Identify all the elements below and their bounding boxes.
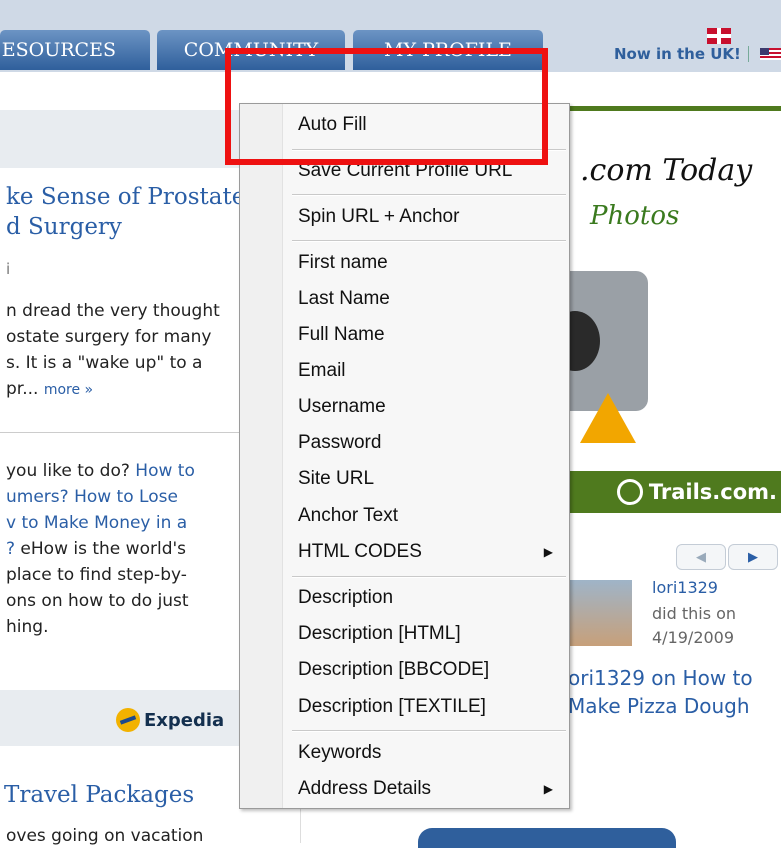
menu-item-anchor-text[interactable]: Anchor Text bbox=[298, 498, 558, 534]
menu-separator bbox=[292, 730, 566, 732]
activity-date: 4/19/2009 bbox=[652, 628, 735, 647]
snippet-line: ostate surgery for many bbox=[6, 327, 212, 347]
us-flag-icon[interactable] bbox=[760, 48, 781, 60]
right-column: .com Today Photos Trails.com. ◀ ▶ lori13… bbox=[418, 100, 781, 848]
bottom-button[interactable] bbox=[418, 828, 676, 848]
menu-item-label: Address Details bbox=[298, 778, 432, 799]
left-column: ke Sense of Prostate d Surgery i n dread… bbox=[0, 100, 245, 846]
headline-line: ke Sense of Prostate bbox=[6, 184, 246, 210]
menu-item-address-details[interactable]: Address Details ▶ bbox=[298, 771, 558, 807]
section-header bbox=[0, 110, 240, 168]
menu-item-label: Description [BBCODE] bbox=[298, 659, 490, 680]
how-to-link[interactable]: How to bbox=[135, 461, 195, 481]
divider bbox=[748, 46, 749, 62]
menu-item-email[interactable]: Email bbox=[298, 353, 558, 389]
activity-link[interactable]: ori1329 on How to Make Pizza Dough bbox=[568, 664, 753, 720]
highlight-box bbox=[225, 48, 548, 165]
menu-item-label: Spin URL + Anchor bbox=[298, 206, 460, 227]
menu-item-label: Email bbox=[298, 360, 346, 381]
how-to-link[interactable]: ? bbox=[6, 539, 15, 559]
menu-item-description-textile[interactable]: Description [TEXTILE] bbox=[298, 689, 558, 725]
menu-item-description-html[interactable]: Description [HTML] bbox=[298, 616, 558, 652]
travel-snippet: oves going on vacation bbox=[6, 826, 204, 846]
expedia-label: Expedia bbox=[144, 709, 225, 731]
how-to-link[interactable]: v to Make Money in a bbox=[6, 513, 187, 533]
ad-footer: Trails.com. bbox=[570, 471, 781, 513]
menu-separator bbox=[292, 240, 566, 242]
travel-packages-heading[interactable]: Travel Packages bbox=[4, 782, 194, 808]
menu-item-label: Description [TEXTILE] bbox=[298, 696, 486, 717]
avatar[interactable] bbox=[570, 580, 632, 646]
next-button[interactable]: ▶ bbox=[728, 544, 778, 570]
ad-subtitle: Photos bbox=[590, 201, 680, 231]
menu-item-spin-url[interactable]: Spin URL + Anchor bbox=[298, 199, 558, 235]
submenu-arrow-icon: ▶ bbox=[543, 545, 553, 559]
menu-item-label: Username bbox=[298, 396, 386, 417]
intro-text: you like to do? How to umers? How to Los… bbox=[6, 458, 195, 640]
more-link[interactable]: more » bbox=[44, 382, 93, 398]
menu-item-username[interactable]: Username bbox=[298, 389, 558, 425]
photo-icon bbox=[580, 393, 636, 443]
menu-separator bbox=[292, 576, 566, 578]
menu-item-label: Description bbox=[298, 587, 394, 608]
menu-item-description-bbcode[interactable]: Description [BBCODE] bbox=[298, 652, 558, 688]
menu-item-label: Anchor Text bbox=[298, 505, 398, 526]
article-author: i bbox=[6, 260, 11, 278]
now-in-uk-link[interactable]: Now in the UK! bbox=[614, 45, 741, 63]
ad-title: .com Today bbox=[580, 153, 753, 188]
menu-item-label: First name bbox=[298, 252, 388, 273]
menu-separator bbox=[292, 194, 566, 196]
headline-line: d Surgery bbox=[6, 214, 122, 240]
menu-item-password[interactable]: Password bbox=[298, 425, 558, 461]
activity-line: Make Pizza Dough bbox=[568, 694, 750, 718]
activity-meta-line: did this on bbox=[652, 604, 737, 623]
trails-ad-banner[interactable]: .com Today Photos Trails.com. bbox=[550, 106, 781, 513]
menu-item-keywords[interactable]: Keywords bbox=[298, 735, 558, 771]
menu-item-label: Description [HTML] bbox=[298, 623, 461, 644]
ad-brand: Trails.com. bbox=[648, 480, 777, 504]
menu-item-label: Keywords bbox=[298, 742, 382, 763]
tab-resources[interactable]: ESOURCES bbox=[0, 30, 150, 70]
uk-flag-icon bbox=[707, 28, 731, 44]
menu-item-label: Site URL bbox=[298, 468, 375, 489]
menu-item-html-codes[interactable]: HTML CODES ▶ bbox=[298, 534, 558, 570]
menu-item-full-name[interactable]: Full Name bbox=[298, 317, 558, 353]
menu-item-label: Password bbox=[298, 432, 382, 453]
expedia-globe-icon bbox=[116, 708, 140, 732]
prev-button[interactable]: ◀ bbox=[676, 544, 726, 570]
intro-line: you like to do? bbox=[6, 461, 136, 481]
snippet-line: n dread the very thought bbox=[6, 301, 220, 321]
intro-line: eHow is the world's bbox=[15, 539, 187, 559]
snippet-line: pr... bbox=[6, 379, 39, 399]
intro-line: ons on how to do just bbox=[6, 591, 189, 611]
intro-line: place to find step-by- bbox=[6, 565, 187, 585]
intro-line: hing. bbox=[6, 617, 49, 637]
menu-item-label: HTML CODES bbox=[298, 541, 422, 562]
article-snippet: n dread the very thought ostate surgery … bbox=[6, 298, 220, 403]
article-headline[interactable]: ke Sense of Prostate d Surgery bbox=[6, 182, 245, 242]
expedia-logo[interactable]: Expedia bbox=[116, 708, 224, 732]
activity-meta: did this on 4/19/2009 bbox=[652, 602, 736, 650]
submenu-arrow-icon: ▶ bbox=[543, 782, 553, 796]
menu-icon-gutter bbox=[240, 104, 283, 808]
snippet-line: s. It is a "wake up" to a bbox=[6, 353, 203, 373]
menu-item-label: Full Name bbox=[298, 324, 385, 345]
how-to-link[interactable]: umers? How to Lose bbox=[6, 487, 178, 507]
menu-item-description[interactable]: Description bbox=[298, 580, 558, 616]
activity-line: ori1329 on How to bbox=[568, 666, 753, 690]
divider bbox=[0, 432, 240, 433]
menu-item-last-name[interactable]: Last Name bbox=[298, 281, 558, 317]
user-link[interactable]: lori1329 bbox=[652, 578, 718, 597]
menu-item-site-url[interactable]: Site URL bbox=[298, 461, 558, 497]
menu-item-label: Last Name bbox=[298, 288, 390, 309]
trails-logo-icon bbox=[616, 479, 643, 505]
context-menu: Auto Fill Save Current Profile URL Spin … bbox=[239, 103, 570, 809]
tab-label: ESOURCES bbox=[1, 39, 116, 61]
menu-item-first-name[interactable]: First name bbox=[298, 245, 558, 281]
activity-pager: ◀ ▶ bbox=[676, 544, 780, 570]
